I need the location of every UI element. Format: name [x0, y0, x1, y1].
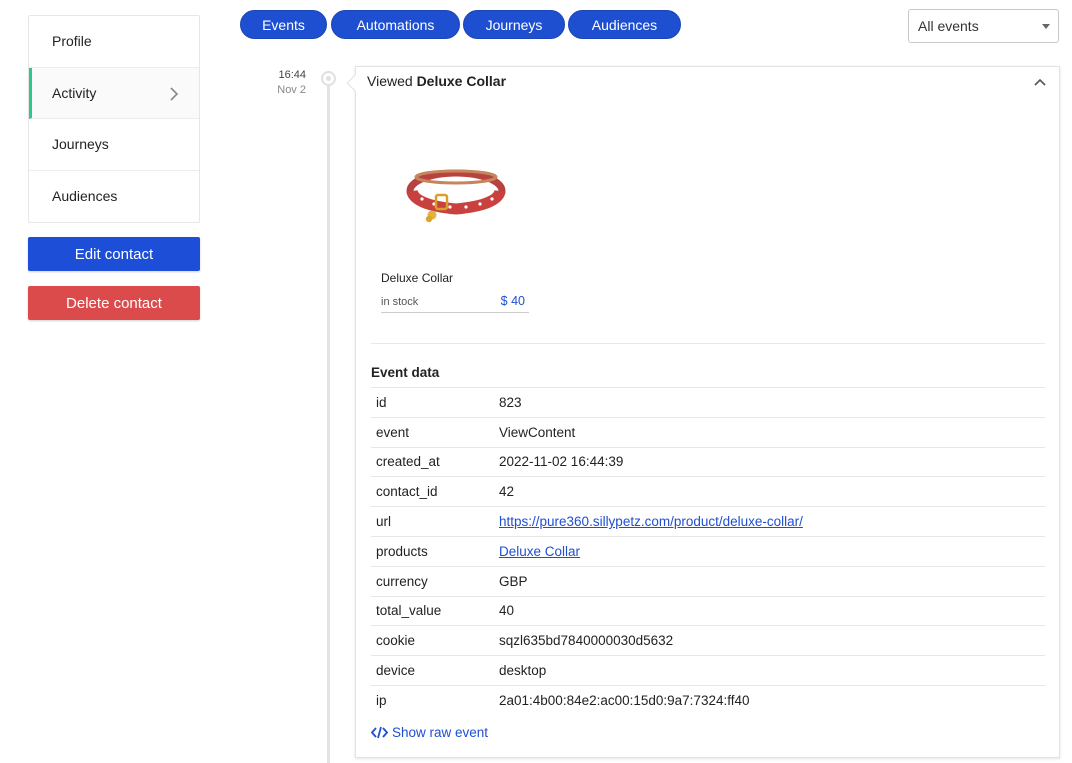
row-key: currency	[376, 573, 428, 589]
table-row: device desktop	[371, 656, 1045, 686]
sidebar-item-profile[interactable]: Profile	[29, 16, 199, 68]
row-key: id	[376, 394, 387, 410]
table-row: id 823	[371, 387, 1045, 418]
chevron-up-icon[interactable]	[1033, 77, 1047, 87]
table-row: currency GBP	[371, 566, 1045, 597]
row-value: 2022-11-02 16:44:39	[499, 454, 624, 470]
sidebar-item-journeys[interactable]: Journeys	[29, 119, 199, 171]
row-value: 823	[499, 394, 522, 410]
table-row: contact_id 42	[371, 477, 1045, 507]
sidebar-item-audiences[interactable]: Audiences	[29, 171, 199, 223]
contact-page: Profile Activity Journeys Audiences Edit…	[0, 0, 1072, 763]
row-key: created_at	[376, 454, 440, 470]
row-key: cookie	[376, 633, 416, 649]
table-row: ip 2a01:4b00:84e2:ac00:15d0:9a7:7324:ff4…	[371, 685, 1045, 715]
code-icon	[371, 726, 388, 739]
table-row: cookie sqzl635bd7840000030d5632	[371, 626, 1045, 656]
row-key: products	[376, 543, 428, 559]
caret-down-icon	[1042, 24, 1050, 29]
sidebar-item-label: Profile	[52, 33, 92, 50]
sidebar-item-label: Audiences	[52, 188, 118, 205]
product-price: $ 40	[500, 294, 525, 308]
event-data-heading: Event data	[371, 365, 440, 380]
sidebar-nav: Profile Activity Journeys Audiences	[28, 15, 200, 223]
row-key: ip	[376, 693, 387, 709]
event-time: 16:44	[278, 69, 306, 81]
product-stock: in stock	[381, 296, 419, 308]
product-meta: in stock $ 40	[381, 294, 529, 313]
event-timestamp: 16:44 Nov 2	[258, 68, 306, 98]
show-raw-event-label: Show raw event	[392, 725, 489, 740]
card-pointer	[346, 74, 364, 92]
row-value: sqzl635bd7840000030d5632	[499, 633, 674, 649]
row-value: 42	[499, 484, 515, 500]
table-row: products Deluxe Collar	[371, 536, 1045, 567]
product-name: Deluxe Collar	[381, 271, 454, 285]
product-link[interactable]: Deluxe Collar	[499, 544, 580, 559]
table-row: event ViewContent	[371, 417, 1045, 448]
event-title-prefix: Viewed	[367, 73, 413, 89]
row-value: desktop	[499, 663, 547, 679]
show-raw-event-link[interactable]: Show raw event	[371, 725, 488, 740]
event-filter-value: All events	[918, 18, 979, 34]
sidebar-item-label: Activity	[52, 84, 97, 101]
table-row: total_value 40	[371, 596, 1045, 626]
row-key: total_value	[376, 603, 442, 619]
sidebar-item-label: Journeys	[52, 136, 109, 153]
event-title-item: Deluxe Collar	[416, 73, 507, 89]
row-value: 40	[499, 603, 515, 619]
table-row: url https://pure360.sillypetz.com/produc…	[371, 507, 1045, 537]
event-card: Viewed Deluxe Collar Deluxe Collar in st…	[346, 66, 1060, 758]
table-row: created_at 2022-11-02 16:44:39	[371, 447, 1045, 477]
chevron-right-icon	[170, 86, 179, 101]
url-link[interactable]: https://pure360.sillypetz.com/product/de…	[499, 514, 803, 529]
event-date: Nov 2	[277, 84, 306, 96]
row-key: device	[376, 663, 416, 679]
row-key: event	[376, 424, 410, 440]
row-key: contact_id	[376, 484, 438, 500]
tab-audiences[interactable]: Audiences	[568, 10, 681, 39]
edit-contact-button[interactable]: Edit contact	[28, 237, 200, 271]
timeline-dot	[321, 71, 336, 86]
row-value: GBP	[499, 573, 528, 589]
timeline-line	[327, 80, 330, 763]
tab-automations[interactable]: Automations	[331, 10, 460, 39]
row-value: ViewContent	[499, 424, 576, 440]
tab-journeys[interactable]: Journeys	[463, 10, 565, 39]
event-data-table: id 823 event ViewContent created_at 2022…	[371, 387, 1045, 715]
sidebar-item-activity[interactable]: Activity	[29, 67, 199, 119]
delete-contact-button[interactable]: Delete contact	[28, 286, 200, 320]
tab-events[interactable]: Events	[240, 10, 327, 39]
row-value: 2a01:4b00:84e2:ac00:15d0:9a7:7324:ff40	[499, 693, 750, 709]
product-image[interactable]	[406, 163, 506, 225]
row-key: url	[376, 514, 392, 530]
event-filter-select[interactable]: All events	[908, 9, 1059, 43]
event-title: Viewed Deluxe Collar	[367, 73, 506, 89]
divider	[371, 343, 1045, 344]
